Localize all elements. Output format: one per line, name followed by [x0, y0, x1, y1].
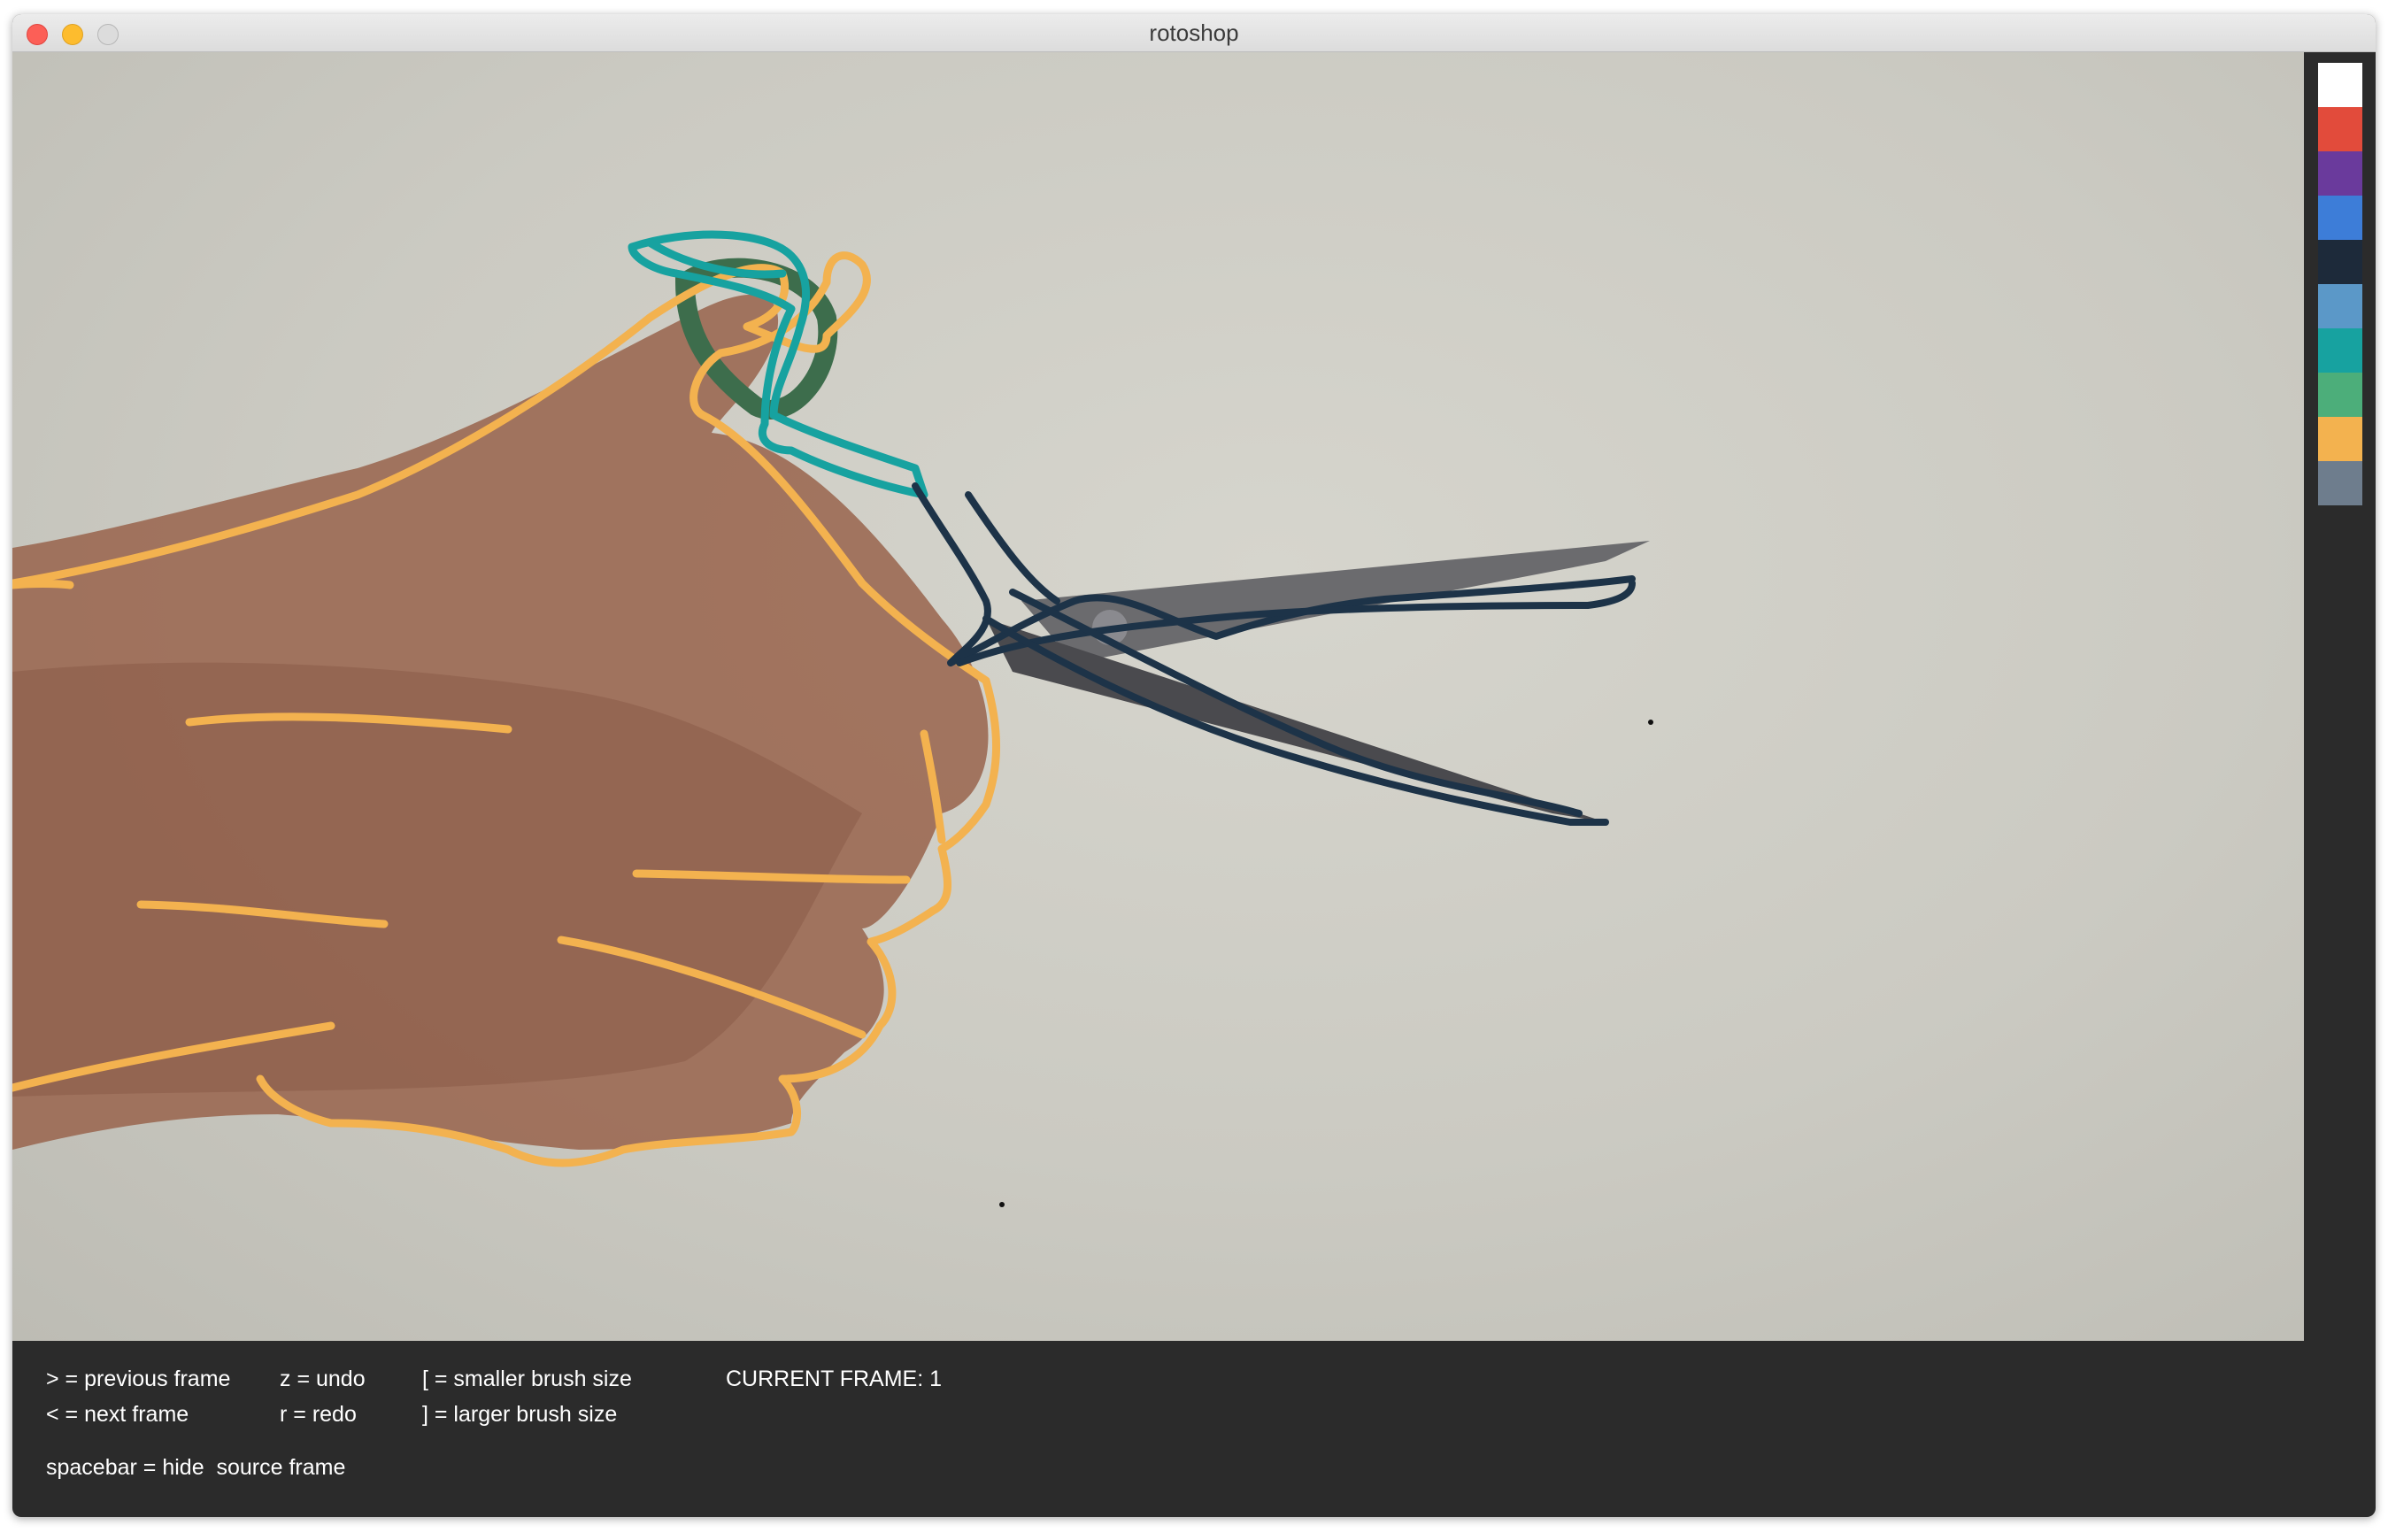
help-next-frame: < = next frame [46, 1402, 189, 1427]
help-larger-brush: ] = larger brush size [422, 1402, 618, 1427]
help-undo: z = undo [280, 1367, 366, 1391]
source-frame-and-strokes [12, 230, 1653, 1207]
stray-dot [1648, 720, 1653, 725]
color-palette [2318, 63, 2362, 505]
color-swatch[interactable] [2318, 417, 2362, 461]
scissors-lower-blade [986, 619, 1606, 822]
color-swatch[interactable] [2318, 151, 2362, 196]
current-frame-indicator: CURRENT FRAME: 1 [726, 1367, 943, 1391]
drawing-canvas[interactable] [12, 52, 2304, 1341]
color-swatch[interactable] [2318, 240, 2362, 284]
color-swatch[interactable] [2318, 107, 2362, 151]
help-redo: r = redo [280, 1402, 357, 1427]
help-smaller-brush: [ = smaller brush size [422, 1367, 632, 1391]
color-swatch[interactable] [2318, 461, 2362, 505]
color-swatch[interactable] [2318, 63, 2362, 107]
help-hide-source: spacebar = hide source frame [46, 1455, 346, 1480]
color-swatch[interactable] [2318, 373, 2362, 417]
stray-dot [999, 1202, 1005, 1207]
color-swatch[interactable] [2318, 196, 2362, 240]
color-swatch[interactable] [2318, 284, 2362, 328]
window-title: rotoshop [1149, 19, 1239, 46]
help-previous-frame: > = previous frame [46, 1367, 231, 1391]
app-window: rotoshop > = previous frame < = next fra… [12, 14, 2376, 1517]
color-swatch[interactable] [2318, 328, 2362, 373]
title-bar: rotoshop [12, 14, 2376, 52]
